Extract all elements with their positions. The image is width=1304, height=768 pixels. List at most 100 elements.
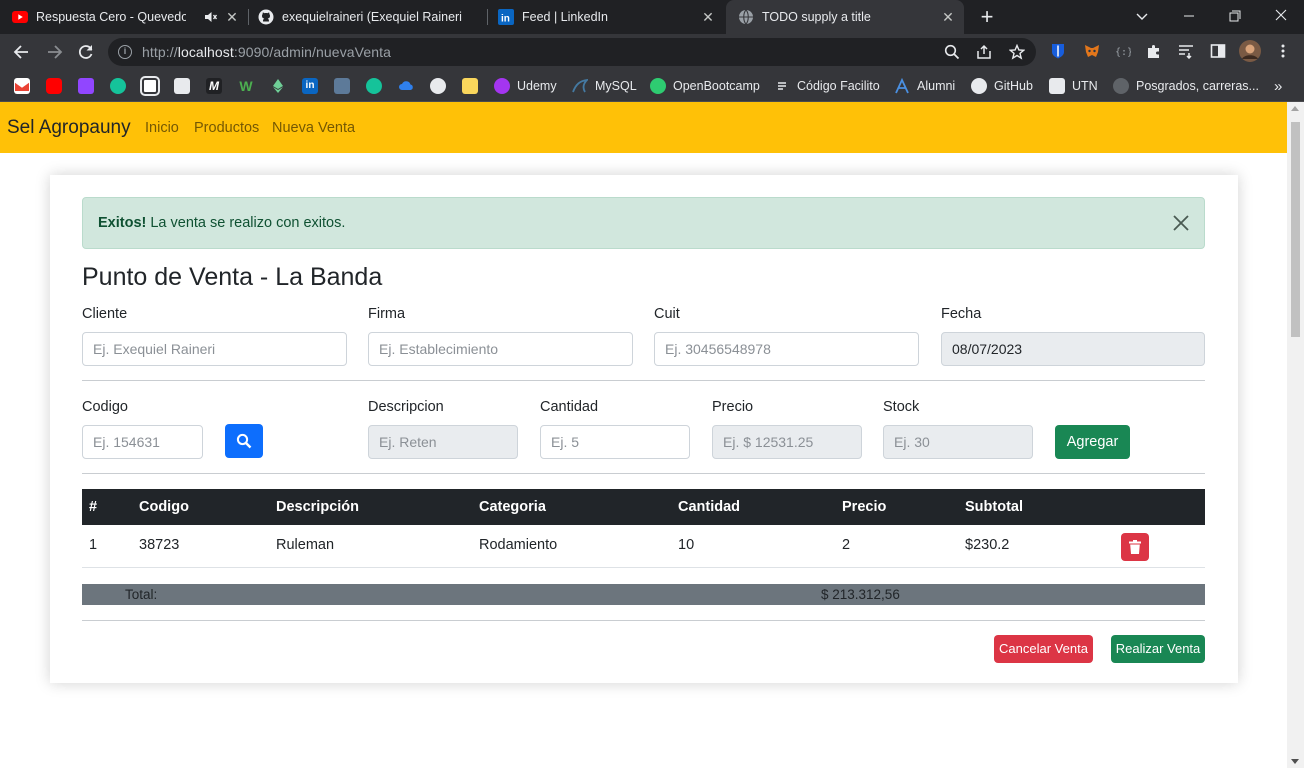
submit-sale-button[interactable]: Realizar Venta (1111, 635, 1205, 663)
stock-label: Stock (883, 399, 920, 415)
linkedin-icon: in (302, 78, 318, 94)
success-alert: Exitos! La venta se realizo con exitos. (82, 197, 1205, 249)
udemy-icon (494, 78, 510, 94)
bookmark-cinema[interactable] (174, 78, 190, 94)
extensions-puzzle-icon[interactable] (1146, 43, 1162, 59)
bookmark-globe[interactable] (430, 78, 446, 94)
bookmark-ethereum[interactable] (270, 78, 286, 94)
address-bar[interactable]: i http://localhost:9090/admin/nuevaVenta (108, 38, 1036, 66)
bookmark-utn[interactable]: UTN (1049, 78, 1098, 94)
codigo-input[interactable] (82, 425, 203, 459)
cantidad-input[interactable] (540, 425, 690, 459)
youtube-icon (46, 78, 62, 94)
table-header: # Codigo Descripción Categoria Cantidad … (82, 489, 1205, 525)
alert-message: La venta se realizo con exitos. (150, 215, 346, 231)
table-cell: 2 (842, 537, 851, 553)
cuit-input[interactable] (654, 332, 919, 366)
grammarly-icon (110, 78, 126, 94)
cancel-sale-button[interactable]: Cancelar Venta (994, 635, 1093, 663)
scroll-thumb[interactable] (1291, 122, 1300, 337)
tab-linkedin[interactable]: in Feed | LinkedIn ✕ (488, 0, 724, 34)
nav-link-productos[interactable]: Productos (194, 120, 259, 136)
delete-row-button[interactable] (1121, 533, 1149, 561)
cliente-input[interactable] (82, 332, 347, 366)
agregar-button[interactable]: Agregar (1055, 425, 1130, 459)
extension-braces-icon[interactable]: {:} (1115, 43, 1133, 59)
tab-close-icon[interactable]: ✕ (224, 9, 240, 25)
tab-close-icon[interactable]: ✕ (700, 9, 716, 25)
tab-todo-active[interactable]: TODO supply a title ✕ (726, 0, 964, 34)
scroll-up-icon[interactable] (1291, 106, 1299, 111)
bookmark-label: Alumni (917, 79, 956, 93)
bookmark-m-site[interactable]: M (206, 78, 222, 94)
m-letter-icon: M (206, 78, 222, 94)
speaker-muted-icon[interactable] (204, 10, 218, 24)
precio-input[interactable] (712, 425, 862, 459)
table-row: 1 38723 Ruleman Rodamiento 10 2 $230.2 (82, 525, 1205, 568)
tab-youtube[interactable]: Respuesta Cero - Quevedo, B ✕ (12, 0, 248, 34)
side-panel-icon[interactable] (1210, 43, 1226, 59)
bookmark-alumni[interactable]: Alumni (894, 77, 956, 94)
new-tab-icon[interactable]: + (976, 6, 998, 28)
bookmarks-overflow-icon[interactable]: » (1274, 78, 1282, 95)
bookmark-notes[interactable] (462, 78, 478, 94)
bookmark-linkedin[interactable]: in (302, 78, 318, 94)
bookmark-github[interactable]: GitHub (971, 78, 1033, 94)
bookmark-openbootcamp[interactable]: OpenBootcamp (650, 78, 760, 94)
firma-label: Firma (368, 306, 406, 322)
site-info-icon[interactable]: i (118, 45, 132, 59)
bookmark-w-site[interactable]: W (238, 78, 254, 94)
page-scrollbar[interactable] (1287, 102, 1304, 768)
descripcion-input[interactable] (368, 425, 518, 459)
navbar-brand[interactable]: Sel Agropauny (7, 117, 131, 139)
bookmark-star-icon[interactable] (1008, 43, 1026, 60)
url-scheme: http:// (142, 44, 178, 60)
tab-search-chevron-icon[interactable] (1132, 6, 1152, 26)
firma-input[interactable] (368, 332, 633, 366)
bookmark-grammarly-2[interactable] (366, 78, 382, 94)
metamask-icon[interactable] (1084, 43, 1100, 59)
browser-menu-icon[interactable] (1275, 43, 1291, 59)
alert-strong: Exitos! (98, 215, 147, 231)
forward-icon[interactable] (44, 42, 64, 62)
search-icon (236, 433, 252, 449)
tab-close-icon[interactable]: ✕ (940, 9, 956, 25)
bookmark-label: Posgrados, carreras... (1136, 79, 1259, 93)
zoom-search-icon[interactable] (944, 44, 960, 60)
nav-link-nueva-venta[interactable]: Nueva Venta (272, 120, 355, 136)
bookmark-gmail[interactable] (14, 78, 30, 94)
bitwarden-icon[interactable] (1050, 43, 1066, 59)
cinema-icon (174, 78, 190, 94)
bookmark-posgrados[interactable]: Posgrados, carreras... (1113, 78, 1259, 94)
instagram-icon (140, 76, 160, 96)
close-window-icon[interactable] (1271, 6, 1291, 26)
bookmark-instagram[interactable] (140, 76, 160, 96)
nav-link-inicio[interactable]: Inicio (145, 120, 179, 136)
minimize-icon[interactable] (1179, 6, 1199, 26)
ethereum-icon (270, 78, 286, 94)
bookmark-grammarly[interactable] (110, 78, 126, 94)
table-cell: $230.2 (965, 537, 1010, 553)
bookmark-udemy[interactable]: Udemy (494, 78, 557, 94)
scroll-down-icon[interactable] (1291, 759, 1299, 764)
bookmark-cloud[interactable] (398, 78, 414, 94)
reload-icon[interactable] (76, 42, 96, 62)
reading-list-icon[interactable] (1178, 43, 1194, 60)
bookmark-codigofacilito[interactable]: Código Facilito (774, 78, 880, 94)
bookmark-youtube[interactable] (46, 78, 62, 94)
bookmark-twitch[interactable] (78, 78, 94, 94)
fecha-input[interactable]: 08/07/2023 (941, 332, 1205, 366)
profile-avatar[interactable] (1239, 40, 1261, 62)
bookmarks-bar: M W in Udemy MySQL OpenBootcamp Código F… (0, 70, 1304, 102)
search-button[interactable] (225, 424, 263, 458)
bookmark-mysql[interactable]: MySQL (572, 78, 637, 94)
bookmark-profile[interactable] (334, 78, 350, 94)
stock-input[interactable] (883, 425, 1033, 459)
w-letter-icon: W (239, 78, 253, 94)
share-icon[interactable] (976, 44, 992, 60)
close-icon[interactable] (1172, 214, 1190, 232)
back-icon[interactable] (12, 42, 32, 62)
fecha-label: Fecha (941, 306, 982, 322)
restore-icon[interactable] (1225, 6, 1245, 26)
tab-github[interactable]: exequielraineri (Exequiel Raineri) (250, 0, 486, 34)
